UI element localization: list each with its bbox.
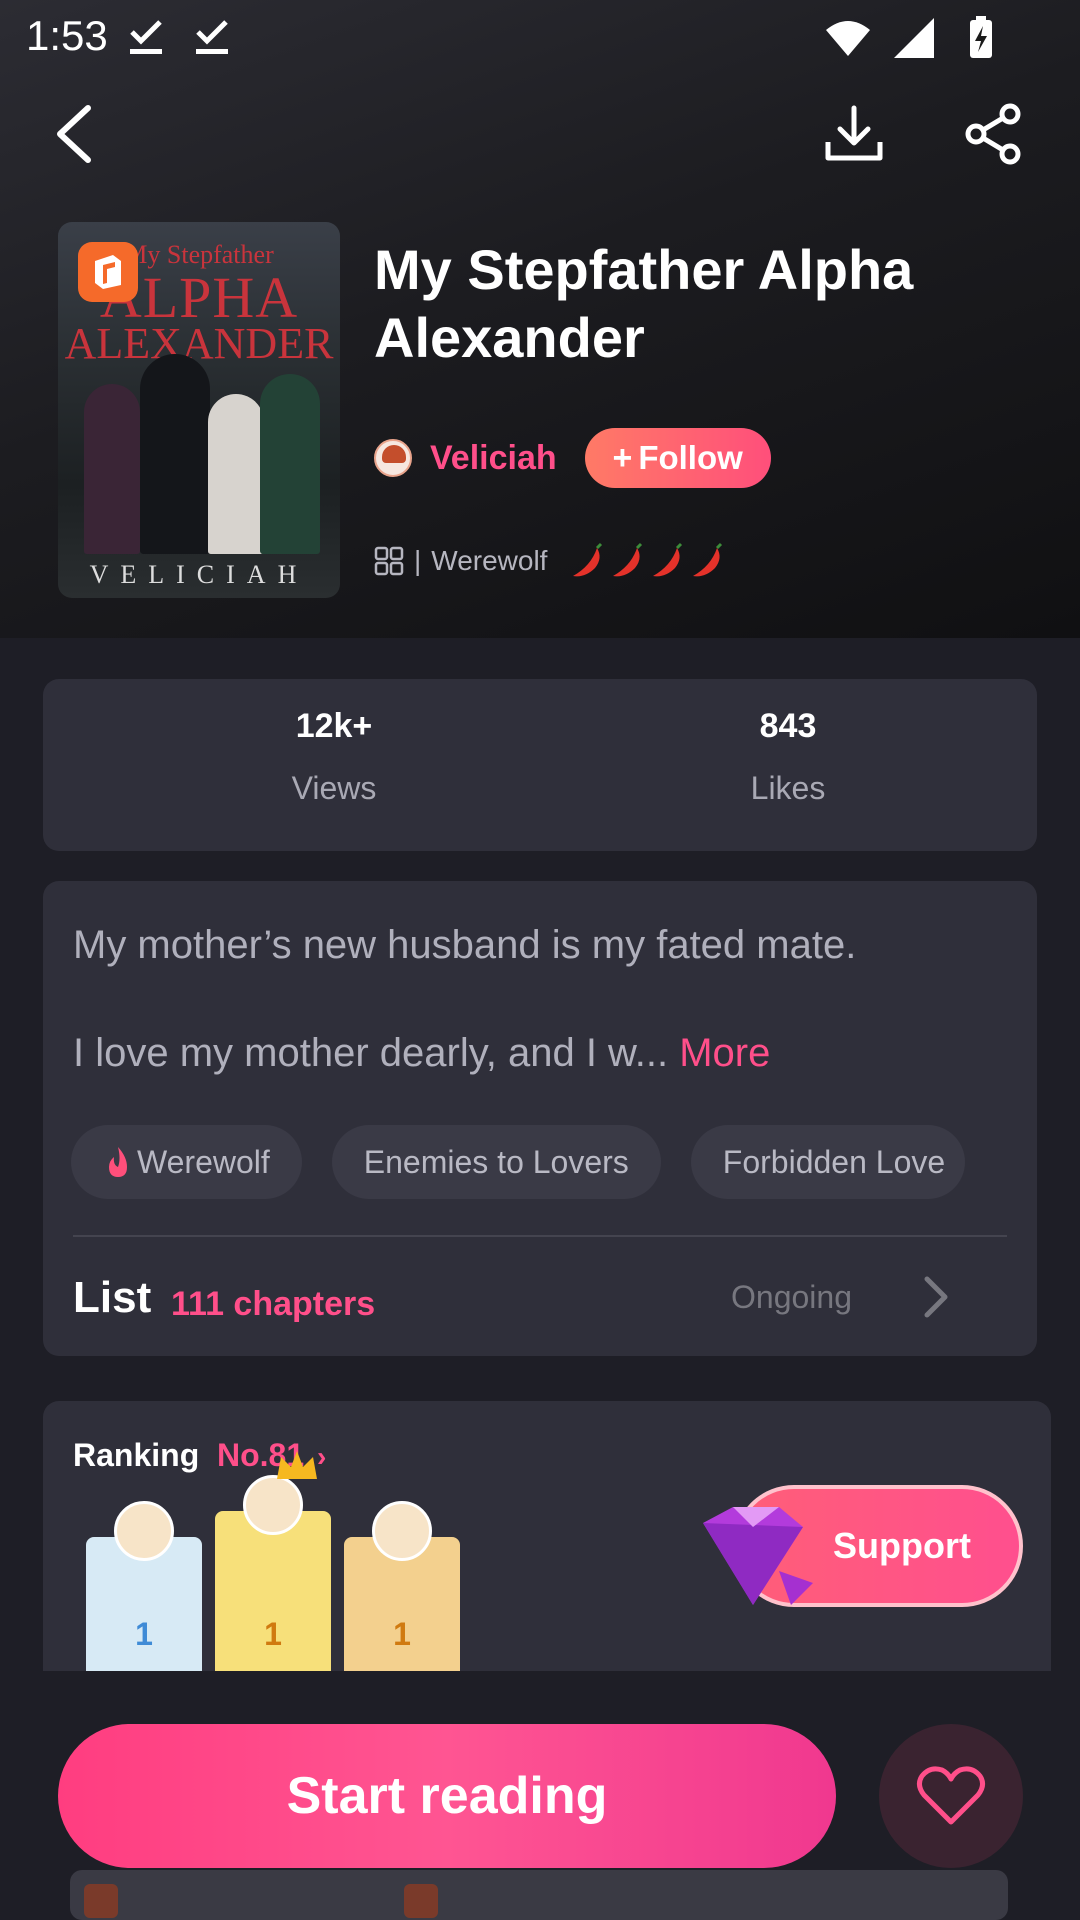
author-avatar[interactable] [374,439,412,477]
crown-icon [277,1451,317,1479]
tag-label: Forbidden Love [722,1143,946,1180]
views-label: Views [291,770,377,806]
views-value: 12k+ [295,707,373,745]
chevron-right-icon [924,1276,948,1318]
heart-icon [916,1766,986,1825]
likes-stat: 843 Likes [638,707,938,807]
tag-label: Enemies to Lovers [363,1143,629,1180]
author-name[interactable]: Veliciah [430,439,557,478]
podium-first[interactable]: 1 [215,1451,331,1671]
cover-author: VELICIAH [89,560,309,589]
chili-pepper-icon [653,542,683,577]
download-done-icon [196,20,228,54]
favorite-button[interactable] [879,1724,1023,1868]
cover-illustration [76,344,322,554]
start-reading-label: Start reading [286,1767,608,1825]
synopsis-line1: My mother’s new husband is my fated mate… [73,923,857,967]
tag-list: Werewolf Enemies to Lovers Forbidden Lov… [71,1125,966,1199]
chili-pepper-icon [613,542,643,577]
podium-second[interactable]: 1 [86,1501,202,1671]
list-label: List [73,1273,152,1322]
app-logo-icon [78,242,138,302]
status-bar: 1:53 [0,0,1080,76]
views-stat: 12k+ Views [184,707,484,807]
synopsis-text: I love my mother dearly, and I w... [73,1031,669,1075]
back-arrow-icon [57,105,91,163]
likes-label: Likes [750,770,826,806]
status-time: 1:53 [26,12,108,59]
genre-row: | Werewolf [374,542,725,580]
download-done-icon [130,20,162,54]
tag-label: Werewolf [137,1143,270,1180]
genre-name: Werewolf [431,545,548,576]
user-avatar [372,1501,432,1561]
signal-icon [894,18,934,58]
author-row: Veliciah + Follow [374,428,771,488]
book-cover[interactable]: My Stepfather ALPHA ALEXANDER VELICIAH [58,222,340,598]
plus-icon: + [612,438,633,477]
category-grid-icon [374,546,404,576]
follow-button[interactable]: + Follow [584,428,771,488]
chili-pepper-icon [573,542,603,577]
share-button[interactable] [956,96,1032,172]
likes-value: 843 [759,707,817,745]
ranking-card: Ranking No.81 › 1 1 1 Support [43,1401,1051,1671]
recommendations-strip [70,1870,1008,1920]
book-title: My Stepfather Alpha Alexander [374,238,914,369]
stats-card: 12k+ Views 843 Likes [43,679,1037,851]
synopsis-card: My mother’s new husband is my fated mate… [43,881,1037,1356]
tag-chip[interactable]: Werewolf [71,1125,302,1199]
genre-separator: | [414,545,422,576]
flame-icon [109,1147,127,1177]
support-label: Support [833,1525,971,1566]
podium-count: 1 [393,1616,411,1652]
publication-status: Ongoing [731,1279,852,1315]
more-link[interactable]: More [679,1031,770,1075]
back-button[interactable] [36,96,112,172]
ranking-label: Ranking [73,1437,200,1473]
divider [73,1235,1007,1237]
start-reading-button[interactable]: Start reading [58,1724,836,1868]
podium-count: 1 [135,1616,153,1652]
user-avatar [243,1475,303,1535]
chili-pepper-icon [693,542,723,577]
download-icon [825,105,883,161]
podium-third[interactable]: 1 [344,1501,460,1671]
chapter-count: 111 chapters [171,1285,376,1323]
tag-chip[interactable]: Forbidden Love [690,1125,966,1199]
download-button[interactable] [816,96,892,172]
synopsis-line2: I love my mother dearly, and I w... More [73,1031,770,1076]
book-header: 1:53 My Stepfather ALPHA ALEXANDER VELIC [0,0,1080,638]
share-icon [965,103,1021,165]
tag-chip[interactable]: Enemies to Lovers [331,1125,661,1199]
battery-charging-icon [970,16,992,58]
user-avatar [114,1501,174,1561]
podium-count: 1 [264,1616,282,1652]
follow-label: Follow [638,439,743,476]
wifi-icon [826,21,870,56]
diamond-icon [703,1507,813,1605]
